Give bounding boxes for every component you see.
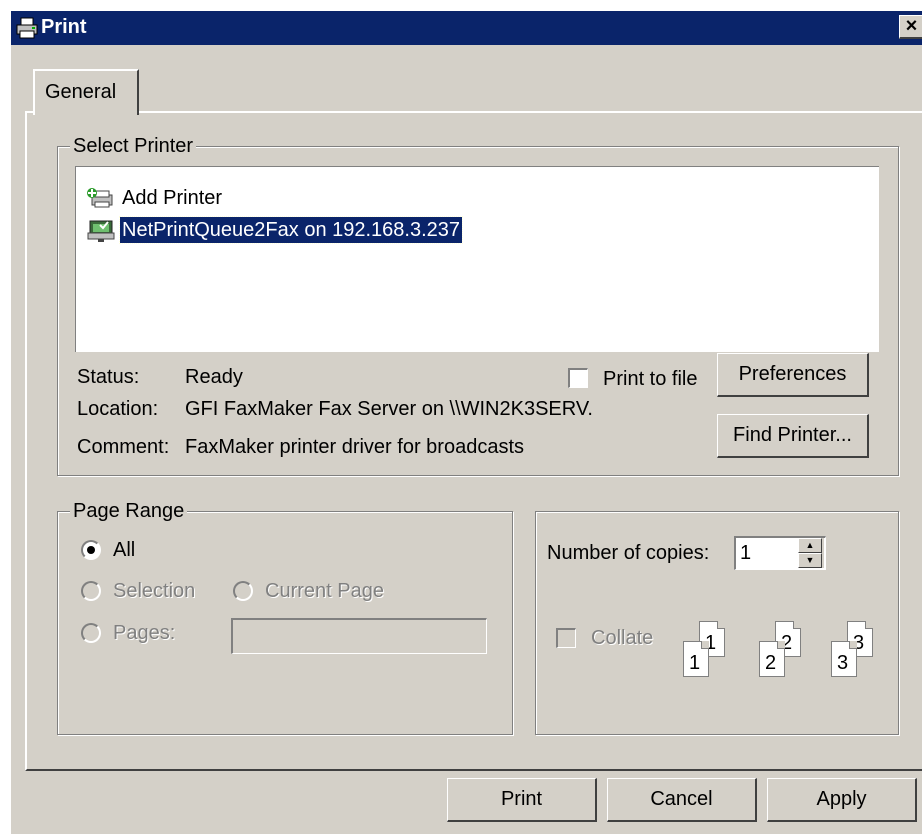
selection-radio[interactable] xyxy=(81,581,101,601)
preferences-label: Preferences xyxy=(738,363,847,385)
collate-label[interactable]: Collate xyxy=(591,626,653,650)
location-label: Location: xyxy=(77,398,159,420)
location-value: GFI FaxMaker Fax Server on \\WIN2K3SERV. xyxy=(185,398,593,420)
tab-label: General xyxy=(45,81,117,103)
apply-label: Apply xyxy=(816,788,867,810)
all-radio[interactable] xyxy=(81,540,101,560)
collate-checkbox[interactable] xyxy=(556,628,576,648)
pages-radio[interactable] xyxy=(81,623,101,643)
copies-label: Number of copies: xyxy=(547,542,710,564)
cancel-button[interactable]: Cancel xyxy=(607,778,757,822)
copies-spinner[interactable]: ▲ ▼ xyxy=(798,538,824,568)
page-number: 2 xyxy=(765,652,777,674)
spin-up-icon[interactable]: ▲ xyxy=(798,538,822,553)
find-printer-label: Find Printer... xyxy=(733,424,852,446)
print-button[interactable]: Print xyxy=(447,778,597,822)
comment-label: Comment: xyxy=(77,436,170,458)
apply-button[interactable]: Apply xyxy=(767,778,917,822)
comment-value: FaxMaker printer driver for broadcasts xyxy=(185,436,525,458)
printer-list[interactable]: Add Printer NetPrintQueue2Fax on 192.168… xyxy=(75,166,879,352)
close-icon: × xyxy=(905,15,918,37)
add-printer-icon xyxy=(86,187,116,216)
copies-input[interactable]: 1 ▲ ▼ xyxy=(734,536,826,570)
selection-label[interactable]: Selection xyxy=(113,579,195,603)
spin-down-icon[interactable]: ▼ xyxy=(798,553,822,568)
tab-general[interactable]: General xyxy=(33,69,139,115)
print-dialog: Print × General Select Printer Add Print xyxy=(10,10,922,834)
page-range-legend: Page Range xyxy=(70,499,188,523)
page-number: 1 xyxy=(689,652,701,674)
window-title: Print xyxy=(41,16,87,38)
preferences-button[interactable]: Preferences xyxy=(717,353,869,397)
pages-label[interactable]: Pages: xyxy=(113,621,175,645)
page-number: 3 xyxy=(837,652,849,674)
current-page-radio[interactable] xyxy=(233,581,253,601)
title-bar[interactable]: Print × xyxy=(11,11,922,45)
close-button[interactable]: × xyxy=(899,15,922,39)
current-page-label[interactable]: Current Page xyxy=(265,579,384,603)
all-label[interactable]: All xyxy=(113,538,135,562)
print-to-file-label[interactable]: Print to file xyxy=(603,367,697,391)
status-label: Status: xyxy=(77,366,140,388)
network-printer-icon xyxy=(86,219,116,250)
radio-dot xyxy=(87,546,95,554)
pages-input[interactable] xyxy=(231,618,487,654)
copies-value: 1 xyxy=(740,542,752,564)
list-item-label: NetPrintQueue2Fax on 192.168.3.237 xyxy=(118,216,464,244)
find-printer-button[interactable]: Find Printer... xyxy=(717,414,869,458)
printer-icon xyxy=(15,16,39,46)
list-item-label: Add Printer xyxy=(122,187,223,209)
select-printer-legend: Select Printer xyxy=(70,134,197,158)
status-value: Ready xyxy=(185,366,243,388)
cancel-label: Cancel xyxy=(650,788,713,810)
print-to-file-checkbox[interactable] xyxy=(568,368,588,388)
print-label: Print xyxy=(500,788,543,810)
